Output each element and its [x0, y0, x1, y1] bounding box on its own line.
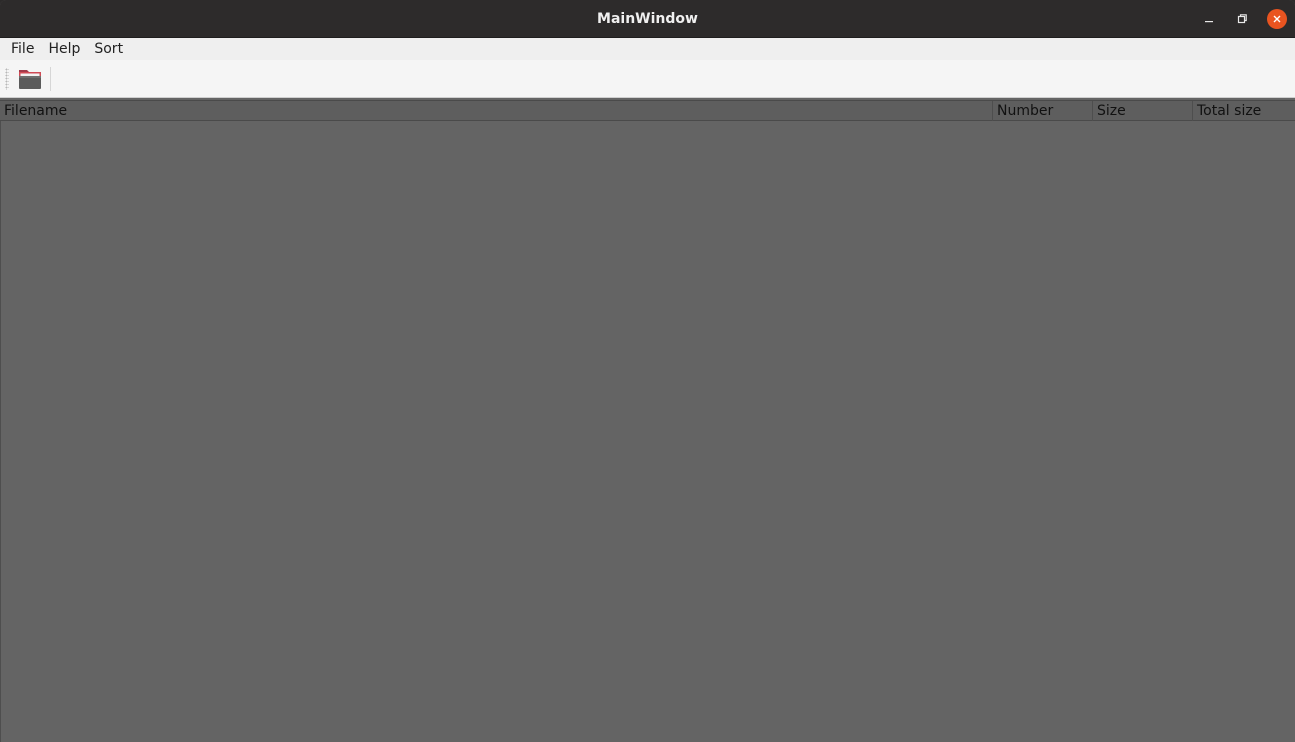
folder-open-icon	[19, 70, 41, 89]
maximize-button[interactable]	[1232, 9, 1252, 29]
column-header-total-size[interactable]: Total size	[1193, 101, 1295, 121]
window-title: MainWindow	[597, 11, 698, 27]
menu-file[interactable]: File	[0, 38, 41, 60]
menu-sort[interactable]: Sort	[87, 38, 130, 60]
menu-help[interactable]: Help	[41, 38, 87, 60]
menu-bar: File Help Sort	[0, 38, 1295, 60]
table-header: Filename Number Size Total size	[0, 100, 1295, 121]
minimize-button[interactable]	[1199, 9, 1219, 29]
toolbar	[0, 60, 1295, 98]
toolbar-grip-handle[interactable]	[5, 68, 9, 90]
close-icon	[1273, 15, 1281, 23]
column-header-number[interactable]: Number	[993, 101, 1093, 121]
file-table-body[interactable]	[0, 121, 1295, 742]
main-window: MainWindow File Help Sort Filename Numbe…	[0, 0, 1295, 742]
restore-icon	[1237, 14, 1247, 24]
title-bar[interactable]: MainWindow	[0, 0, 1295, 38]
toolbar-separator	[50, 67, 51, 91]
minimize-icon	[1205, 21, 1213, 23]
open-folder-button[interactable]	[16, 66, 44, 92]
close-button[interactable]	[1267, 9, 1287, 29]
column-header-filename[interactable]: Filename	[0, 101, 993, 121]
column-header-size[interactable]: Size	[1093, 101, 1193, 121]
